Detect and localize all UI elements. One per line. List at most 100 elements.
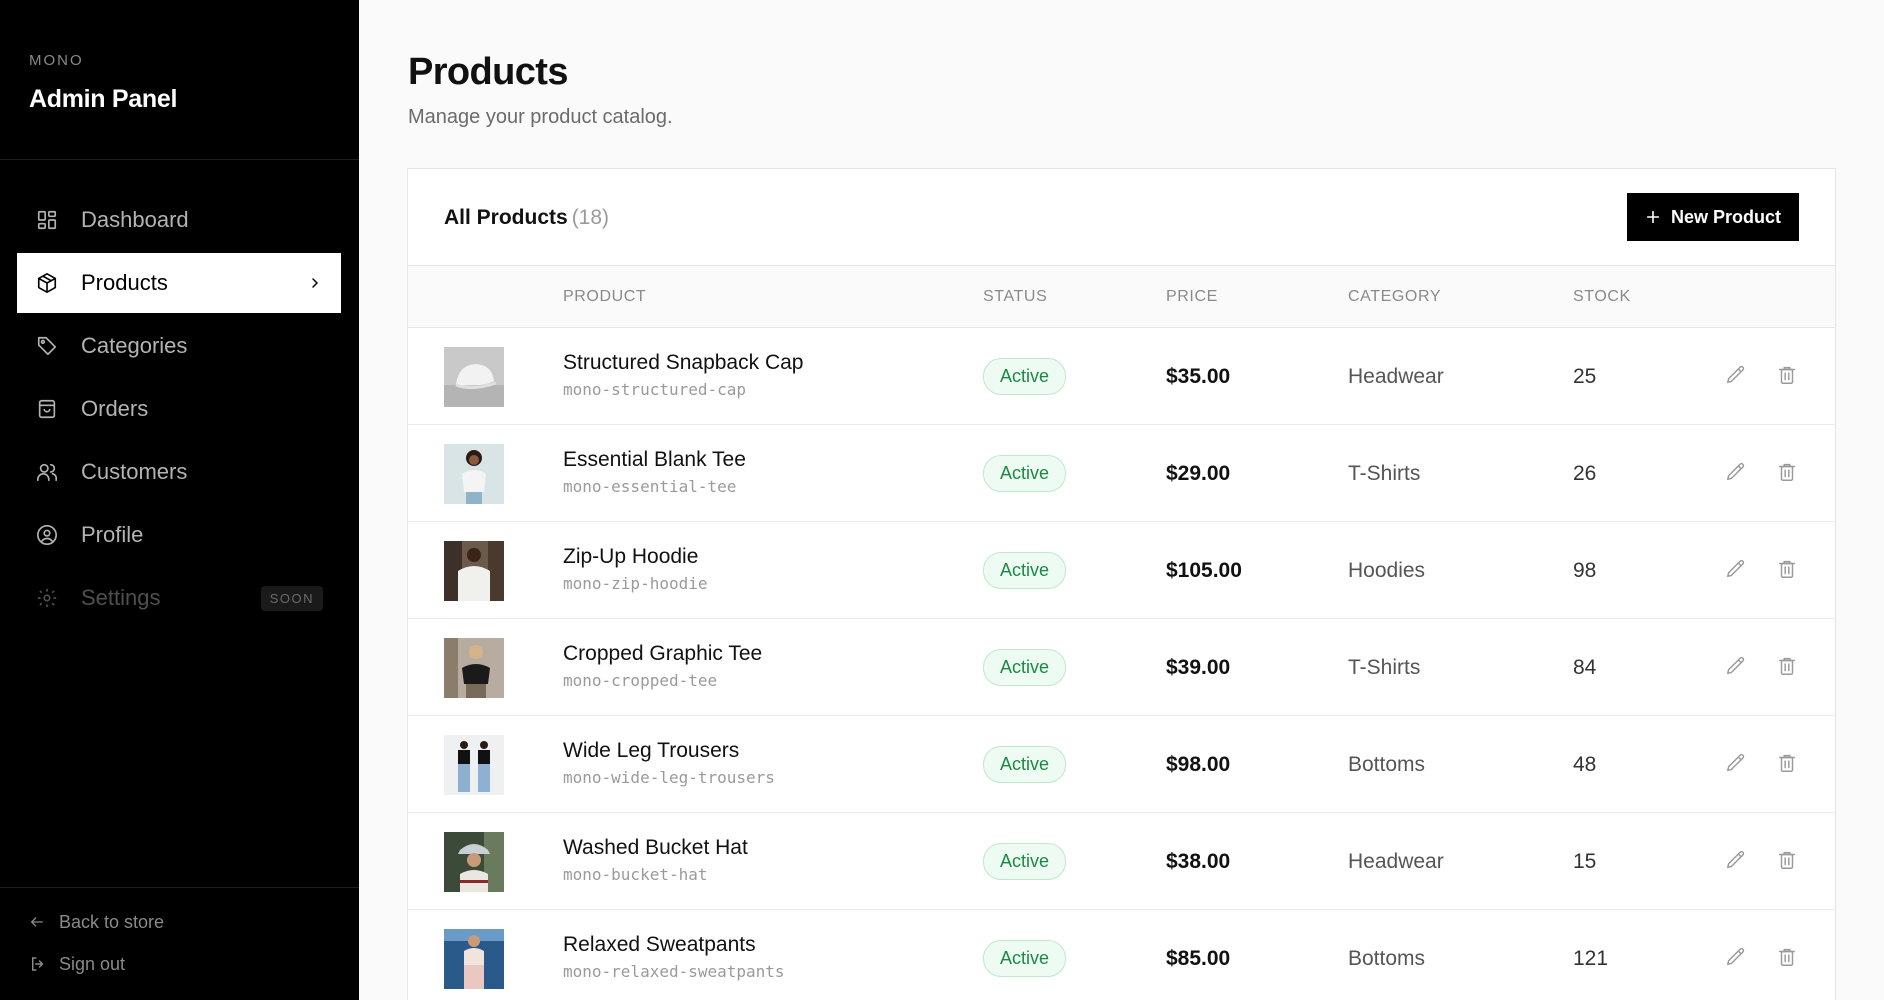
user-circle-icon: [35, 523, 59, 547]
page-subtitle: Manage your product catalog.: [408, 106, 673, 128]
table-header: PRODUCT STATUS PRICE CATEGORY STOCK: [408, 266, 1835, 328]
sidebar-item-label: Profile: [81, 522, 144, 547]
card-title-label: All Products: [444, 206, 568, 229]
column-header-product: PRODUCT: [563, 288, 647, 305]
sidebar-item-settings: Settings SOON: [17, 568, 341, 628]
sidebar-footer: Back to store Sign out: [29, 910, 164, 994]
product-slug: mono-essential-tee: [563, 477, 737, 496]
product-name[interactable]: Structured Snapback Cap: [563, 350, 803, 376]
pencil-icon[interactable]: [1725, 946, 1749, 970]
product-stock: 48: [1573, 753, 1597, 776]
table-row: Zip-Up Hoodie mono-zip-hoodie Active $10…: [408, 522, 1835, 619]
product-thumbnail: [444, 832, 504, 892]
products-card: All Products (18) New Product PRODUCT STA…: [407, 168, 1836, 1000]
column-header-category: CATEGORY: [1348, 288, 1442, 305]
product-price: $85.00: [1166, 947, 1231, 970]
back-to-store-link[interactable]: Back to store: [29, 910, 164, 934]
column-header-price: PRICE: [1166, 288, 1218, 305]
table-body: Structured Snapback Cap mono-structured-…: [408, 328, 1835, 1000]
sidebar-item-label: Customers: [81, 459, 188, 484]
back-to-store-label: Back to store: [59, 911, 165, 932]
status-badge: Active: [983, 746, 1067, 783]
sidebar-item-label: Orders: [81, 396, 149, 421]
product-thumbnail: [444, 735, 504, 795]
status-badge: Active: [983, 455, 1067, 492]
product-price: $38.00: [1166, 850, 1231, 873]
status-badge: Active: [983, 843, 1067, 880]
table-row: Structured Snapback Cap mono-structured-…: [408, 328, 1835, 425]
product-category: T-Shirts: [1348, 462, 1421, 485]
sign-out-link[interactable]: Sign out: [29, 952, 164, 976]
card-header: All Products (18) New Product: [408, 169, 1835, 266]
new-product-label: New Product: [1670, 206, 1781, 227]
sidebar-item-label: Settings: [81, 585, 161, 610]
trash-icon[interactable]: [1776, 946, 1800, 970]
sidebar-item-categories[interactable]: Categories: [17, 316, 341, 376]
trash-icon[interactable]: [1776, 364, 1800, 388]
product-count: (18): [571, 206, 610, 229]
sidebar-divider: [0, 159, 359, 160]
trash-icon[interactable]: [1776, 461, 1800, 485]
card-title: All Products (18): [444, 206, 609, 230]
gear-icon: [35, 586, 59, 610]
column-header-stock: STOCK: [1573, 288, 1631, 305]
product-name[interactable]: Essential Blank Tee: [563, 447, 746, 473]
product-name[interactable]: Zip-Up Hoodie: [563, 544, 698, 570]
tag-icon: [35, 334, 59, 358]
sign-out-icon: [29, 955, 47, 973]
sidebar: MONO Admin Panel Dashboard Products Cate…: [0, 0, 359, 1000]
sign-out-label: Sign out: [59, 953, 126, 974]
product-price: $98.00: [1166, 753, 1231, 776]
product-thumbnail: [444, 347, 504, 407]
product-stock: 84: [1573, 656, 1597, 679]
product-slug: mono-zip-hoodie: [563, 574, 708, 593]
product-price: $39.00: [1166, 656, 1231, 679]
product-price: $105.00: [1166, 559, 1242, 582]
chevron-right-icon: [307, 275, 323, 291]
product-name[interactable]: Washed Bucket Hat: [563, 835, 748, 861]
product-thumbnail: [444, 541, 504, 601]
pencil-icon[interactable]: [1725, 461, 1749, 485]
new-product-button[interactable]: New Product: [1626, 193, 1799, 241]
trash-icon[interactable]: [1776, 655, 1800, 679]
table-row: Washed Bucket Hat mono-bucket-hat Active…: [408, 813, 1835, 910]
box-icon: [35, 271, 59, 295]
table-row: Wide Leg Trousers mono-wide-leg-trousers…: [408, 716, 1835, 813]
pencil-icon[interactable]: [1725, 364, 1749, 388]
pencil-icon[interactable]: [1725, 655, 1749, 679]
product-name[interactable]: Relaxed Sweatpants: [563, 932, 756, 958]
product-slug: mono-cropped-tee: [563, 671, 718, 690]
brand-small-label: MONO: [29, 52, 84, 69]
product-slug: mono-structured-cap: [563, 380, 747, 399]
brand: MONO Admin Panel: [29, 52, 177, 114]
column-header-status: STATUS: [983, 288, 1048, 305]
table-row: Essential Blank Tee mono-essential-tee A…: [408, 425, 1835, 522]
sidebar-item-customers[interactable]: Customers: [17, 442, 341, 502]
product-thumbnail: [444, 929, 504, 989]
users-icon: [35, 460, 59, 484]
pencil-icon[interactable]: [1725, 752, 1749, 776]
arrow-left-icon: [29, 913, 47, 931]
sidebar-item-products[interactable]: Products: [17, 253, 341, 313]
status-badge: Active: [983, 358, 1067, 395]
sidebar-item-profile[interactable]: Profile: [17, 505, 341, 565]
product-name[interactable]: Wide Leg Trousers: [563, 738, 739, 764]
table-row: Cropped Graphic Tee mono-cropped-tee Act…: [408, 619, 1835, 716]
product-price: $29.00: [1166, 462, 1231, 485]
trash-icon[interactable]: [1776, 752, 1800, 776]
sidebar-item-label: Categories: [81, 333, 188, 358]
pencil-icon[interactable]: [1725, 849, 1749, 873]
trash-icon[interactable]: [1776, 558, 1800, 582]
sidebar-nav: Dashboard Products Categories Orders Cus…: [17, 190, 341, 631]
trash-icon[interactable]: [1776, 849, 1800, 873]
status-badge: Active: [983, 940, 1067, 977]
sidebar-bottom-divider: [0, 887, 359, 888]
dashboard-grid-icon: [35, 208, 59, 232]
pencil-icon[interactable]: [1725, 558, 1749, 582]
status-badge: Active: [983, 649, 1067, 686]
product-category: Headwear: [1348, 365, 1444, 388]
product-name[interactable]: Cropped Graphic Tee: [563, 641, 762, 667]
plus-icon: [1645, 209, 1661, 225]
sidebar-item-orders[interactable]: Orders: [17, 379, 341, 439]
sidebar-item-dashboard[interactable]: Dashboard: [17, 190, 341, 250]
